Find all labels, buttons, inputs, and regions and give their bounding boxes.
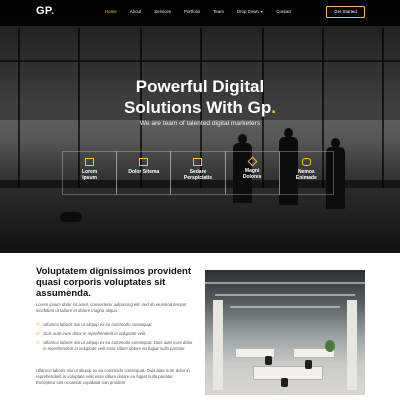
feature-box-label: Sedare Perspiciatis	[183, 169, 212, 181]
navbar: GP. Home About Services Portfolio Team D…	[0, 0, 400, 26]
hero-title-dot: .	[271, 98, 276, 117]
feature-box[interactable]: Lorem Ipsum	[62, 151, 118, 195]
store-icon	[85, 158, 95, 166]
about-title: Voluptatem dignissimos provident quasi c…	[36, 266, 192, 299]
check-icon: ✔	[36, 322, 41, 328]
paint-brush-icon	[247, 156, 258, 167]
feature-box-label: Dolor Sitema	[128, 169, 160, 175]
logo[interactable]: GP.	[36, 5, 54, 17]
check-icon: ✔	[36, 340, 41, 346]
list-item: ✔ Ullamco laboris nisi ut aliquip ex ea c…	[36, 322, 196, 328]
nav-team[interactable]: Team	[213, 9, 224, 14]
plant	[325, 340, 335, 352]
hero-title-line2: Solutions With Gp	[124, 98, 272, 117]
person-silhouette	[60, 212, 82, 222]
get-started-button[interactable]: Get Started	[326, 6, 365, 18]
ceiling-beam	[230, 306, 340, 308]
feature-box-label: Magni Dolores	[242, 168, 262, 180]
nav-portfolio[interactable]: Portfolio	[184, 9, 200, 14]
hero-title-line1: Powerful Digital	[135, 77, 265, 96]
chevron-down-icon: ▼	[259, 10, 264, 14]
ceiling-beam	[215, 294, 355, 296]
database-icon	[301, 158, 311, 166]
hero-title-line2-wrap: Solutions With Gp.	[0, 97, 400, 118]
nav-about[interactable]: About	[130, 9, 141, 14]
logo-dot: .	[51, 5, 55, 17]
hero-subtitle: We are team of talented digital marketer…	[139, 120, 261, 127]
feature-box[interactable]: Dolor Sitema	[116, 151, 172, 195]
ceiling-beam	[205, 282, 365, 284]
list-item-text: Ullamco laboris nisi ut aliquip ex ea co…	[43, 322, 153, 327]
nav-home[interactable]: Home	[105, 9, 117, 14]
logo-text: GP	[36, 5, 52, 17]
about-outro: Ullamco laboris nisi ut aliquip ex ea co…	[36, 368, 190, 385]
chair	[281, 378, 288, 387]
desk	[253, 366, 323, 380]
list-item-text: Duis aute irure dolor in reprehenderit i…	[43, 331, 147, 336]
feature-box-label: Lorem Ipsum	[81, 169, 98, 181]
chair	[305, 360, 312, 369]
nav-services[interactable]: Services	[154, 9, 171, 14]
about-list: ✔ Ullamco laboris nisi ut aliquip ex ea c…	[36, 322, 196, 355]
pillar	[213, 300, 223, 390]
check-icon: ✔	[36, 331, 41, 337]
feature-boxes: Lorem Ipsum Dolor Sitema Sedare Perspici…	[62, 151, 338, 195]
nav-dropdown[interactable]: Drop Down▼	[237, 9, 263, 14]
pillar	[347, 300, 357, 390]
bar-chart-icon	[139, 158, 149, 166]
chair	[265, 356, 272, 365]
feature-box[interactable]: Magni Dolores	[224, 151, 280, 195]
feature-box[interactable]: Nemos Enimade	[278, 151, 334, 195]
list-item: ✔ Duis aute irure dolor in reprehenderit …	[36, 331, 196, 337]
about-intro: Lorem ipsum dolor sit amet, consectetur …	[36, 302, 187, 313]
nav-dropdown-label: Drop Down	[236, 9, 259, 14]
office-photo	[205, 270, 365, 395]
list-item-text: Ullamco laboris nisi ut aliquip ex ea co…	[43, 340, 193, 351]
feature-box[interactable]: Sedare Perspiciatis	[170, 151, 226, 195]
list-item: ✔ Ullamco laboris nisi ut aliquip ex ea c…	[36, 340, 196, 352]
feature-box-label: Nemos Enimade	[295, 169, 317, 181]
nav-contact[interactable]: Contact	[276, 9, 291, 14]
hero-title: Powerful Digital Solutions With Gp.	[0, 76, 400, 118]
main-nav: Home About Services Portfolio Team Drop …	[105, 9, 304, 14]
calendar-icon	[193, 158, 203, 166]
